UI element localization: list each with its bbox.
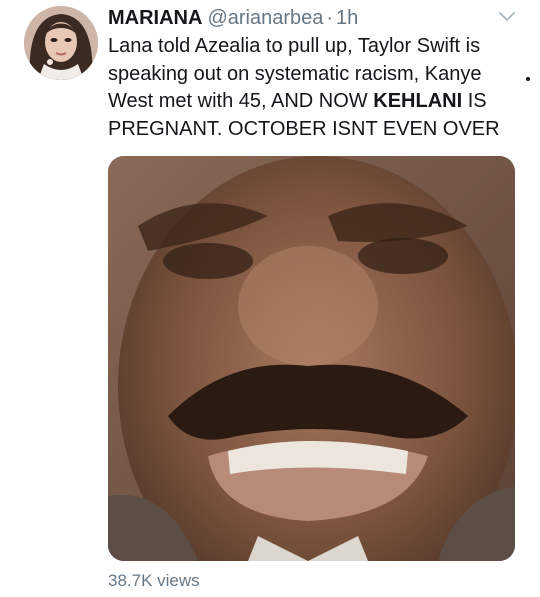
display-name[interactable]: MARIANA: [108, 7, 202, 30]
separator-dot: ·: [326, 7, 334, 29]
tweet-card[interactable]: MARIANA @arianarbea · 1h Lana told Azeal…: [0, 0, 540, 597]
timestamp[interactable]: 1h: [336, 7, 358, 30]
tweet-text: Lana told Azealia to pull up, Taylor Swi…: [108, 33, 528, 143]
view-count: 38.7K views: [108, 571, 200, 590]
user-handle[interactable]: @arianarbea: [207, 7, 323, 30]
tweet-text-bold: KEHLANI: [373, 90, 463, 112]
tweet-header: MARIANA @arianarbea · 1h: [108, 7, 358, 33]
avatar[interactable]: [24, 6, 98, 80]
media-image: [108, 156, 515, 561]
stray-dot: [526, 77, 530, 81]
tweet-media[interactable]: [108, 156, 515, 561]
chevron-down-icon[interactable]: [497, 10, 517, 24]
avatar-image: [24, 6, 98, 80]
